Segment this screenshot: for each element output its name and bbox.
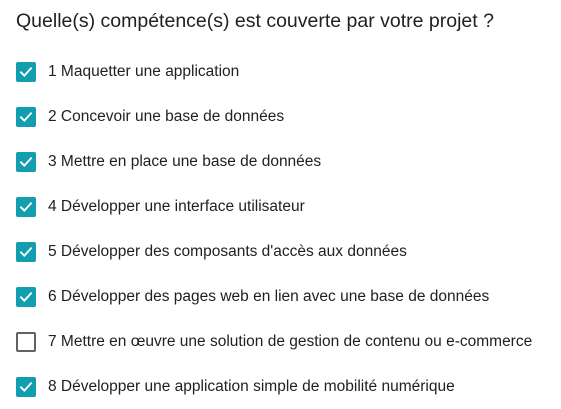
checkbox[interactable] (16, 61, 36, 82)
check-icon (19, 381, 33, 392)
checkbox[interactable] (16, 151, 36, 172)
option-label[interactable]: 1 Maquetter une application (48, 62, 239, 82)
checkbox-group: 1 Maquetter une application 2 Concevoir … (16, 49, 556, 409)
option-label[interactable]: 5 Développer des composants d'accès aux … (48, 242, 407, 262)
option-label[interactable]: 7 Mettre en œuvre une solution de gestio… (48, 332, 532, 352)
check-icon (19, 156, 33, 167)
checkbox[interactable] (16, 241, 36, 262)
checkbox[interactable] (16, 196, 36, 217)
option-7[interactable]: 7 Mettre en œuvre une solution de gestio… (16, 319, 556, 364)
option-1[interactable]: 1 Maquetter une application (16, 49, 556, 94)
option-6[interactable]: 6 Développer des pages web en lien avec … (16, 274, 556, 319)
option-3[interactable]: 3 Mettre en place une base de données (16, 139, 556, 184)
check-icon (19, 246, 33, 257)
check-icon (19, 66, 33, 77)
option-label[interactable]: 6 Développer des pages web en lien avec … (48, 287, 489, 307)
checkbox[interactable] (16, 376, 36, 397)
checkbox[interactable] (16, 331, 36, 352)
option-2[interactable]: 2 Concevoir une base de données (16, 94, 556, 139)
option-label[interactable]: 4 Développer une interface utilisateur (48, 197, 305, 217)
option-5[interactable]: 5 Développer des composants d'accès aux … (16, 229, 556, 274)
option-8[interactable]: 8 Développer une application simple de m… (16, 364, 556, 409)
option-label[interactable]: 8 Développer une application simple de m… (48, 377, 455, 397)
option-label[interactable]: 3 Mettre en place une base de données (48, 152, 321, 172)
checkbox[interactable] (16, 106, 36, 127)
check-icon (19, 291, 33, 302)
option-4[interactable]: 4 Développer une interface utilisateur (16, 184, 556, 229)
check-icon (19, 201, 33, 212)
question-title: Quelle(s) compétence(s) est couverte par… (16, 10, 494, 32)
checkbox[interactable] (16, 286, 36, 307)
option-label[interactable]: 2 Concevoir une base de données (48, 107, 284, 127)
check-icon (19, 111, 33, 122)
